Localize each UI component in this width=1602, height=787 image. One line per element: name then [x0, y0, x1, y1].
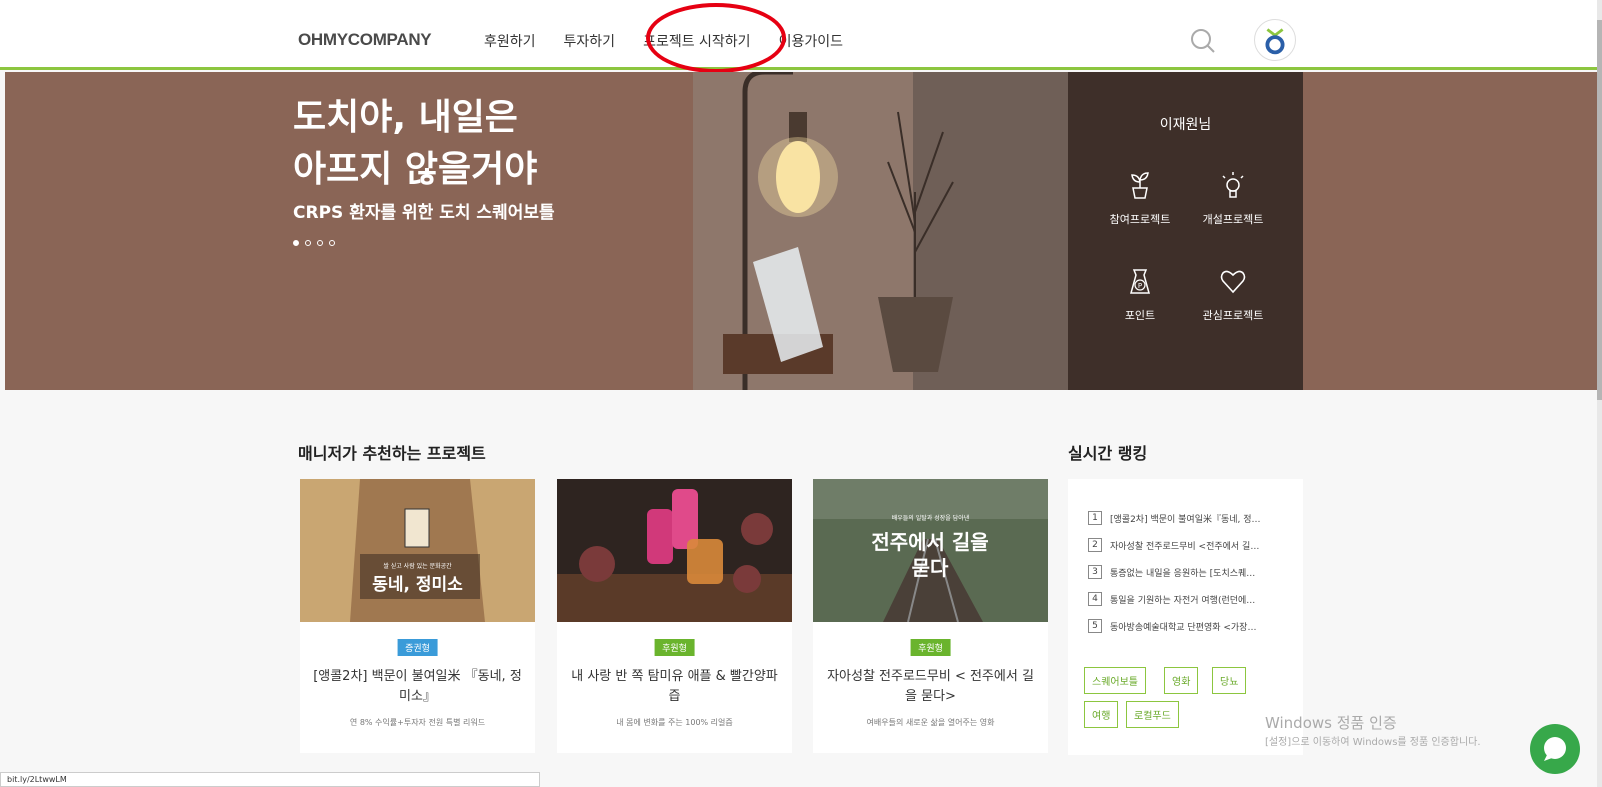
nav-start-project[interactable]: 프로젝트 시작하기 — [643, 31, 751, 51]
ranking-item-title: 자아성찰 전주로드무비 <전주에서 길… — [1110, 541, 1260, 552]
joined-projects-label: 참여프로젝트 — [1109, 213, 1171, 226]
project-type-badge: 후원형 — [654, 639, 695, 656]
card-overlay-title: 전주에서 길을 묻다 — [871, 530, 989, 580]
project-desc: 연 8% 수익률+투자자 전원 특별 리워드 — [349, 718, 486, 727]
ranking-item[interactable]: 2 자아성찰 전주로드무비 <전주에서 길… — [1088, 538, 1293, 552]
hero-photo — [693, 72, 1073, 390]
tag-travel[interactable]: 여행 — [1084, 701, 1119, 728]
user-name[interactable]: 이재원님 — [1068, 114, 1303, 134]
ranking-item[interactable]: 3 통증없는 내일을 응원하는 [도치스퀘… — [1088, 565, 1293, 579]
search-icon[interactable] — [1189, 27, 1217, 55]
avatar[interactable] — [1254, 19, 1296, 61]
lightbulb-icon — [1222, 172, 1244, 198]
hero-title-line2: 아프지 않을거야 — [293, 149, 538, 190]
recommended-title: 매니저가 추천하는 프로젝트 — [298, 444, 486, 463]
project-image: 배우들의 일탈과 성장을 담아낸 전주에서 길을 묻다 — [813, 479, 1048, 622]
tag-movie[interactable]: 영화 — [1164, 667, 1199, 694]
user-panel: 이재원님 참여프로젝트 개설프로젝트 P 포인트 관심프로젝트 — [1068, 72, 1303, 390]
project-desc: 내 몸에 변화를 주는 100% 리얼즙 — [616, 718, 733, 727]
svg-text:P: P — [1138, 282, 1142, 290]
card-overlay-small: 쌀 싣고 사람 있는 문화공간 — [383, 563, 452, 570]
ranking-item-title: 통증없는 내일을 응원하는 [도치스퀘… — [1110, 568, 1256, 579]
main-nav: 후원하기 투자하기 프로젝트 시작하기 이용가이드 — [484, 31, 871, 51]
project-card[interactable]: 쌀 싣고 사람 있는 문화공간 동네, 정미소 증권형 [앵콜2차] 백문이 불… — [300, 479, 535, 753]
card-overlay-title: 동네, 정미소 — [372, 575, 463, 595]
nav-guide[interactable]: 이용가이드 — [779, 31, 843, 51]
ranking-item-title: 통일을 기원하는 자전거 여행(런던에… — [1110, 595, 1256, 606]
chat-button[interactable] — [1530, 724, 1580, 774]
project-card[interactable]: 배우들의 일탈과 성장을 담아낸 전주에서 길을 묻다 후원형 자아성찰 전주로… — [813, 479, 1048, 753]
logo[interactable]: OHMYCOMPANY — [298, 30, 432, 50]
project-image — [557, 479, 792, 622]
project-title[interactable]: [앵콜2차] 백문이 불여일米 『동네, 정미소』 — [310, 667, 525, 707]
nav-support[interactable]: 후원하기 — [484, 31, 536, 51]
hero-banner[interactable] — [5, 72, 1597, 390]
sprout-icon — [1131, 172, 1149, 199]
favorite-projects-link[interactable]: 관심프로젝트 — [1183, 266, 1283, 323]
rank-number: 1 — [1088, 511, 1102, 525]
project-desc: 여배우들의 새로운 삶을 열어주는 영화 — [866, 718, 995, 727]
created-projects-link[interactable]: 개설프로젝트 — [1183, 170, 1283, 227]
slide-dot[interactable] — [317, 240, 323, 246]
slide-dot[interactable] — [305, 240, 311, 246]
favorite-projects-label: 관심프로젝트 — [1202, 309, 1264, 322]
project-title[interactable]: 내 사랑 반 쪽 탐미유 애플 & 빨간양파즙 — [567, 667, 782, 707]
site-header: OHMYCOMPANY 후원하기 투자하기 프로젝트 시작하기 이용가이드 — [0, 0, 1602, 70]
slide-dot[interactable] — [329, 240, 335, 246]
points-label: 포인트 — [1124, 309, 1156, 322]
tag-local-food[interactable]: 로컬푸드 — [1126, 701, 1179, 728]
project-type-badge: 증권형 — [397, 639, 438, 656]
project-card[interactable]: 후원형 내 사랑 반 쪽 탐미유 애플 & 빨간양파즙 내 몸에 변화를 주는 … — [557, 479, 792, 753]
windows-activation-title: Windows 정품 인증 — [1265, 714, 1397, 732]
hero-title-line1: 도치야, 내일은 — [293, 97, 518, 138]
ranking-item-title: 동아방송예술대학교 단편영화 <가장… — [1110, 622, 1257, 633]
nav-invest[interactable]: 투자하기 — [564, 31, 616, 51]
avatar-logo-icon — [1265, 28, 1285, 55]
rank-number: 3 — [1088, 565, 1102, 579]
tag-diabetes[interactable]: 당뇨 — [1212, 667, 1247, 694]
project-title[interactable]: 자아성찰 전주로드무비 < 전주에서 길을 묻다> — [823, 667, 1038, 707]
tag-square-bottle[interactable]: 스퀘어보틀 — [1084, 667, 1146, 694]
ranking-item[interactable]: 5 동아방송예술대학교 단편영화 <가장… — [1088, 619, 1293, 633]
point-icon: P — [1130, 269, 1150, 294]
ranking-item[interactable]: 4 통일을 기원하는 자전거 여행(런던에… — [1088, 592, 1293, 606]
card-overlay-small: 배우들의 일탈과 성장을 담아낸 — [891, 515, 970, 522]
rank-number: 5 — [1088, 619, 1102, 633]
ranking-title: 실시간 랭킹 — [1068, 444, 1148, 463]
slide-indicator — [293, 240, 335, 246]
lamp-plant-illustration — [693, 72, 1073, 390]
ranking-item-title: [앵콜2차] 백문이 불여일米『동네, 정… — [1110, 514, 1261, 525]
scrollbar-thumb[interactable] — [1597, 20, 1602, 400]
points-link[interactable]: P 포인트 — [1090, 266, 1190, 323]
onion-juice-image — [557, 479, 792, 622]
rice-mill-image — [300, 479, 535, 622]
created-projects-label: 개설프로젝트 — [1202, 213, 1264, 226]
chat-bubble-icon — [1544, 737, 1566, 761]
ranking-item[interactable]: 1 [앵콜2차] 백문이 불여일米『동네, 정… — [1088, 511, 1293, 525]
windows-activation-text: [설정]으로 이동하여 Windows를 정품 인증합니다. — [1265, 737, 1481, 748]
heart-icon — [1220, 270, 1246, 294]
rank-number: 4 — [1088, 592, 1102, 606]
rank-number: 2 — [1088, 538, 1102, 552]
hero-subtitle: CRPS 환자를 위한 도치 스퀘어보틀 — [293, 203, 555, 223]
project-image: 쌀 싣고 사람 있는 문화공간 동네, 정미소 — [300, 479, 535, 622]
slide-dot[interactable] — [293, 240, 299, 246]
joined-projects-link[interactable]: 참여프로젝트 — [1090, 170, 1190, 227]
status-bar-url: bit.ly/2LtwwLM — [0, 772, 540, 787]
hero-title: 도치야, 내일은 아프지 않을거야 — [293, 92, 537, 196]
project-type-badge: 후원형 — [910, 639, 951, 656]
